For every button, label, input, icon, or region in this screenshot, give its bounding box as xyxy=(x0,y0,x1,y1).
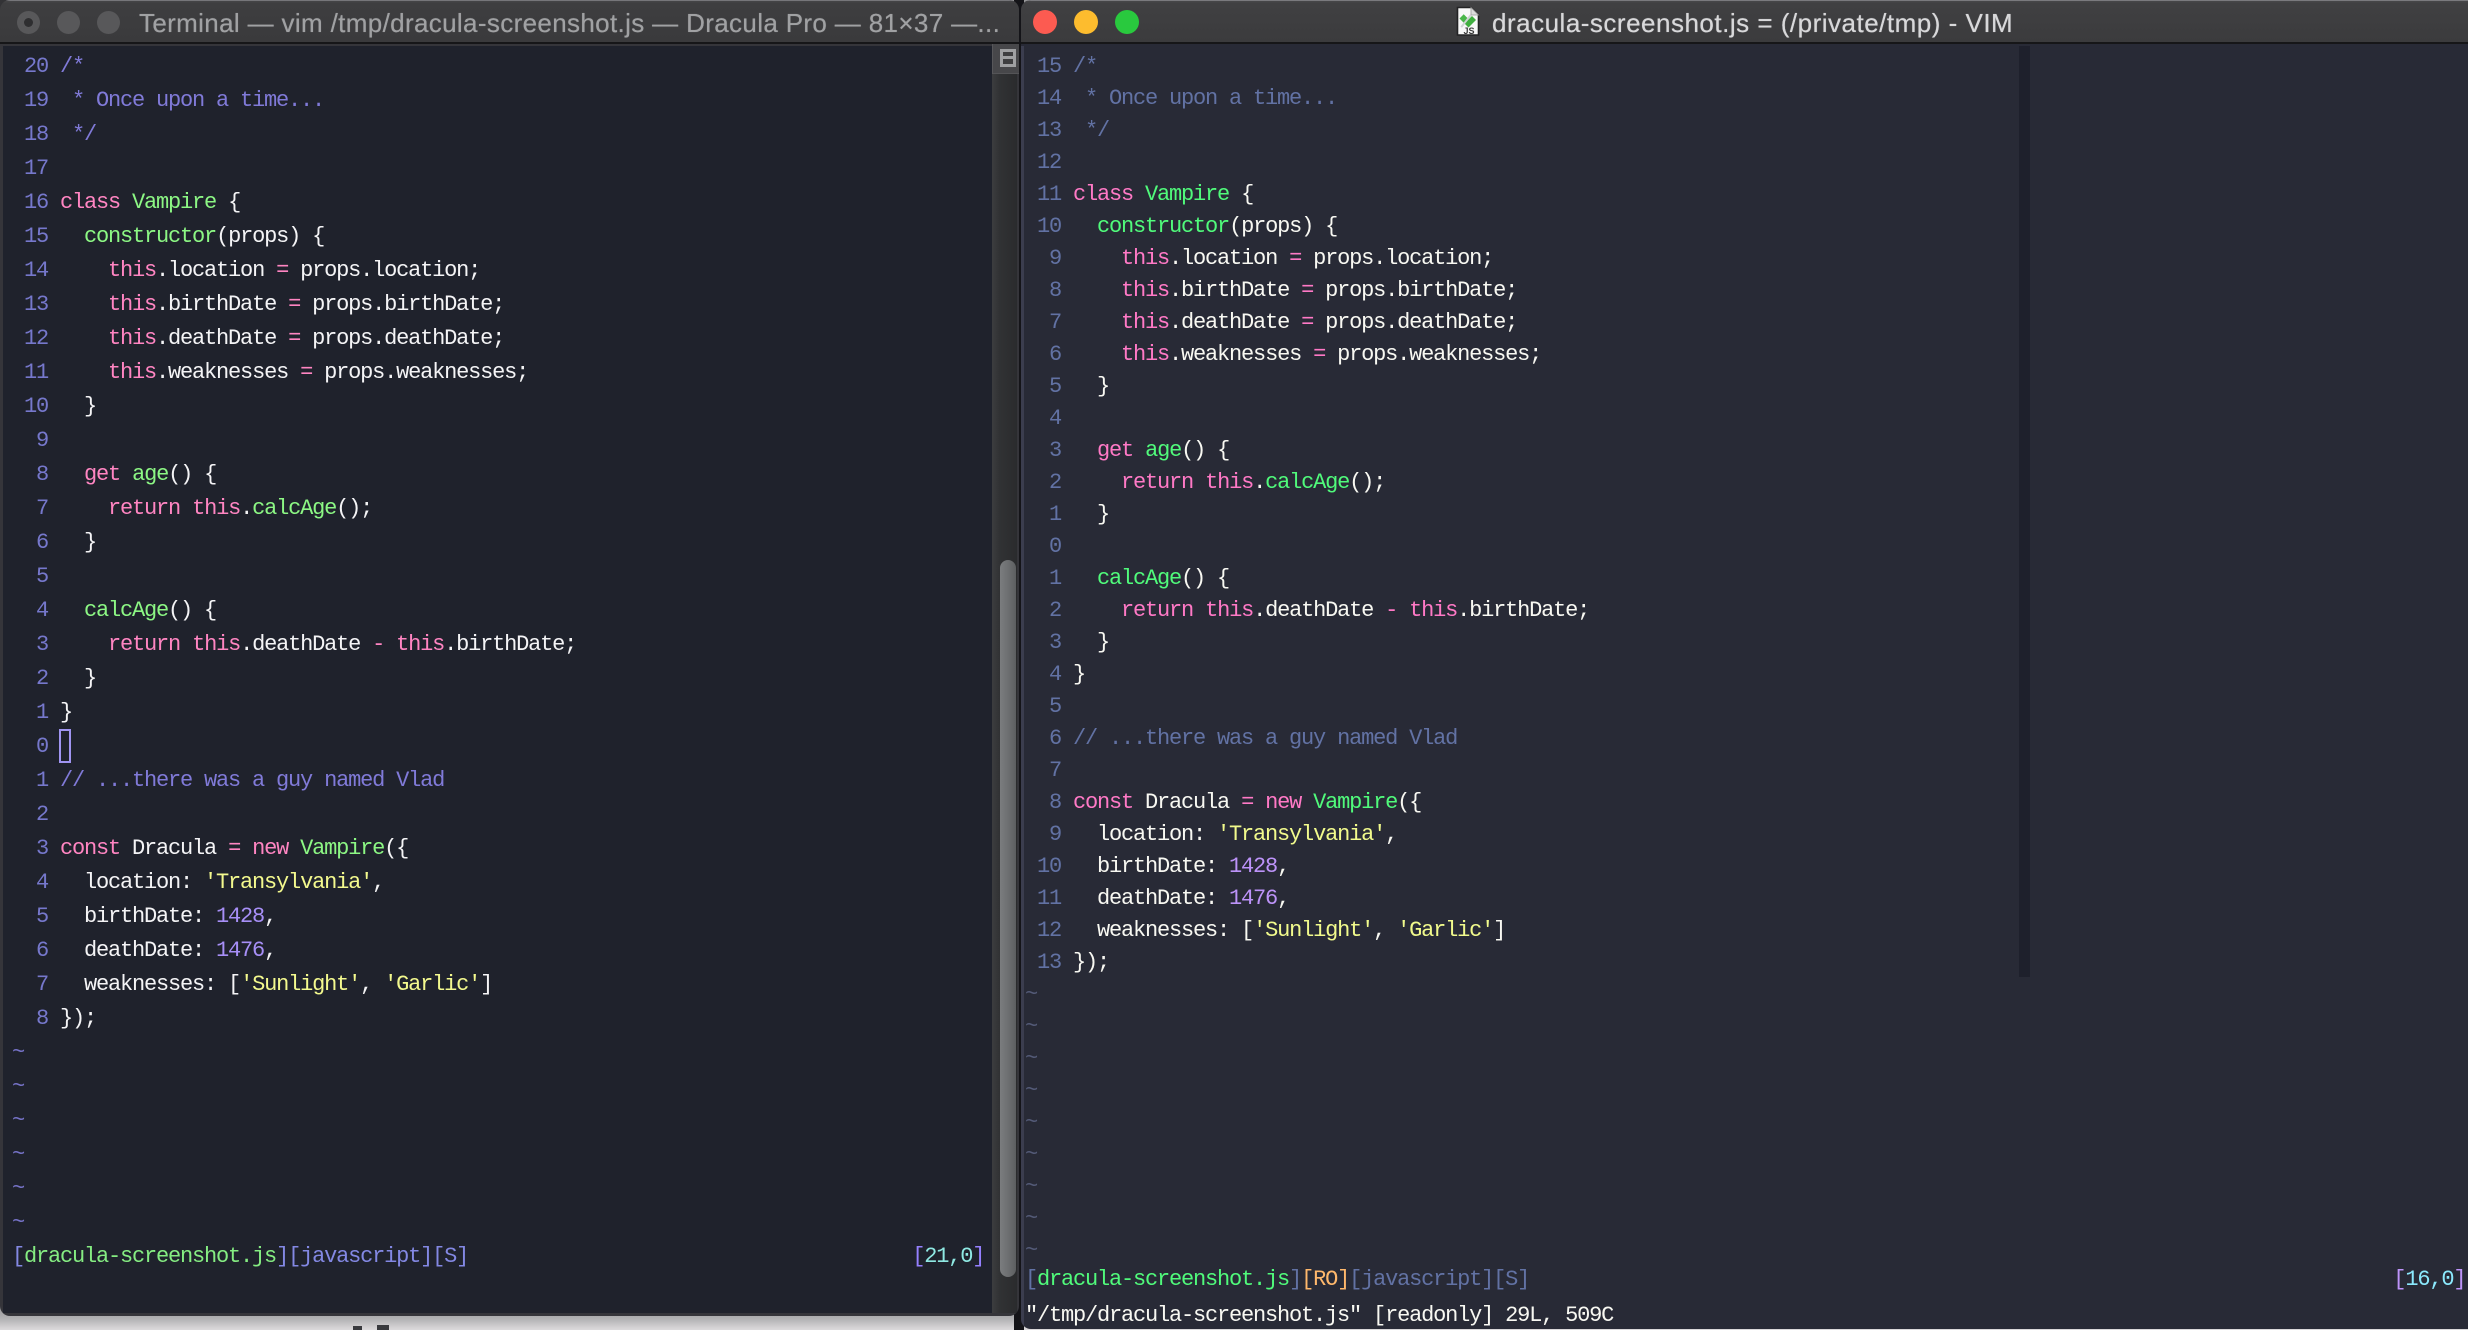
svg-text:JS: JS xyxy=(1463,26,1474,36)
